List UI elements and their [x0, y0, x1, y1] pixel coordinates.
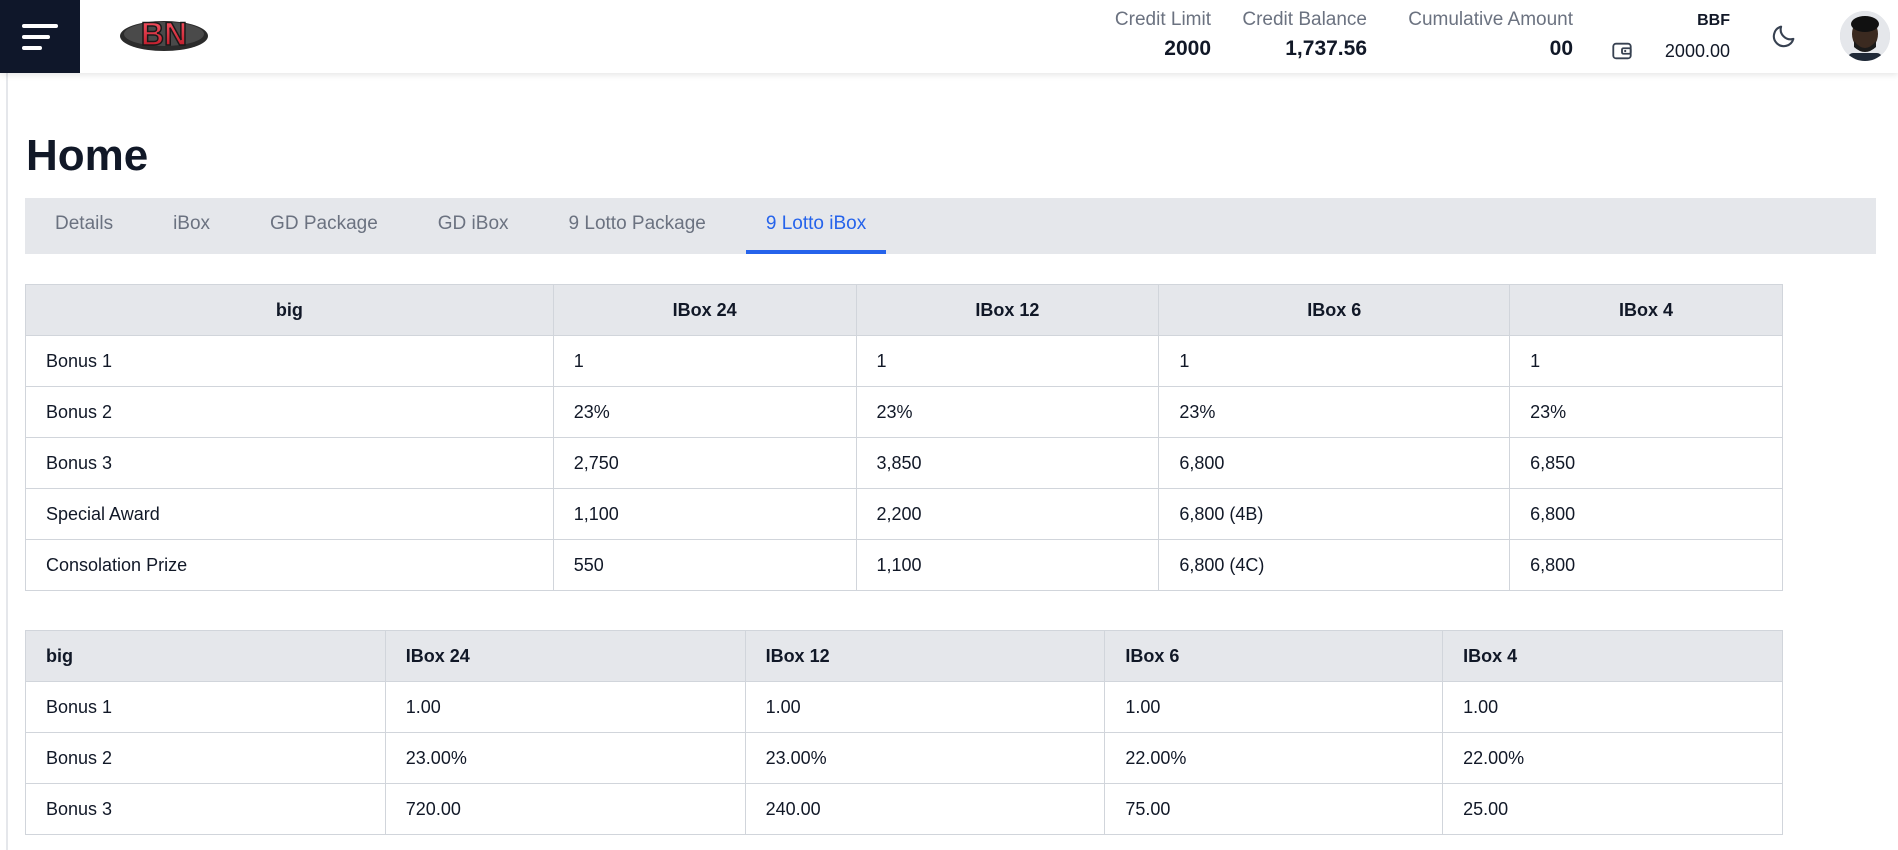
table-header-row: big IBox 24 IBox 12 IBox 6 IBox 4 — [25, 284, 1783, 336]
cumulative-amount-stat: Cumulative Amount 00 — [1408, 8, 1573, 64]
column-header: IBox 4 — [1442, 630, 1783, 682]
table-cell: 23.00% — [744, 732, 1106, 784]
table-row: Special Award 1,100 2,200 6,800 (4B) 6,8… — [25, 488, 1783, 540]
credit-balance-stat: Credit Balance 1,737.56 — [1242, 8, 1367, 64]
page-title: Home — [26, 131, 149, 180]
svg-text:BN: BN — [141, 16, 187, 52]
table-cell: 2,750 — [552, 437, 857, 489]
tab-9-lotto-ibox[interactable]: 9 Lotto iBox — [745, 198, 887, 254]
prize-table-2: big IBox 24 IBox 12 IBox 6 IBox 4 Bonus … — [25, 630, 1783, 835]
table-cell: 720.00 — [384, 783, 746, 835]
wallet-balance[interactable]: BBF 2000.00 — [1610, 10, 1730, 64]
table-cell: Bonus 2 — [25, 732, 386, 784]
credit-limit-label: Credit Limit — [1114, 9, 1211, 30]
column-header: big — [25, 284, 554, 336]
table-cell: Bonus 2 — [25, 386, 554, 438]
table-cell: 23% — [1158, 386, 1511, 438]
column-header: big — [25, 630, 386, 682]
table-cell: Bonus 3 — [25, 437, 554, 489]
table-cell: 1,100 — [552, 488, 857, 540]
table-cell: 1 — [1158, 335, 1511, 387]
table-cell: 240.00 — [744, 783, 1106, 835]
column-header: IBox 24 — [384, 630, 746, 682]
table-cell: 75.00 — [1104, 783, 1444, 835]
table-cell: 22.00% — [1104, 732, 1444, 784]
table-cell: 23% — [1509, 386, 1783, 438]
tab-details[interactable]: Details — [55, 198, 113, 254]
tab-gd-ibox[interactable]: GD iBox — [438, 198, 509, 254]
tab-9-lotto-package[interactable]: 9 Lotto Package — [569, 198, 706, 254]
logo-icon: BN — [120, 15, 208, 53]
table-cell: 23% — [552, 386, 857, 438]
moon-icon[interactable] — [1770, 22, 1798, 50]
table-cell: 550 — [552, 539, 857, 591]
wallet-amount: 2000.00 — [1664, 41, 1730, 61]
table-row: Bonus 2 23% 23% 23% 23% — [25, 386, 1783, 438]
table-cell: Bonus 1 — [25, 335, 554, 387]
table-cell: 1 — [552, 335, 857, 387]
cumulative-amount-label: Cumulative Amount — [1408, 9, 1573, 30]
avatar[interactable] — [1840, 11, 1890, 61]
table-cell: Consolation Prize — [25, 539, 554, 591]
table-cell: 1.00 — [384, 681, 746, 733]
column-header: IBox 6 — [1158, 284, 1511, 336]
menu-button[interactable] — [0, 0, 80, 73]
table-cell: Bonus 3 — [25, 783, 386, 835]
table-cell: 6,850 — [1509, 437, 1783, 489]
column-header: IBox 24 — [552, 284, 857, 336]
table-cell: 6,800 — [1158, 437, 1511, 489]
table-cell: 1 — [1509, 335, 1783, 387]
prize-table-1: big IBox 24 IBox 12 IBox 6 IBox 4 Bonus … — [25, 284, 1783, 591]
left-border — [6, 73, 8, 850]
tab-gd-package[interactable]: GD Package — [270, 198, 378, 254]
credit-limit-stat: Credit Limit 2000 — [1115, 8, 1211, 64]
table-cell: 1.00 — [1104, 681, 1444, 733]
table-header-row: big IBox 24 IBox 12 IBox 6 IBox 4 — [25, 630, 1783, 682]
column-header: IBox 12 — [855, 284, 1160, 336]
tab-bar: Details iBox GD Package GD iBox 9 Lotto … — [25, 198, 1876, 254]
table-cell: 1.00 — [744, 681, 1106, 733]
wallet-icon — [1612, 42, 1632, 60]
table-cell: Special Award — [25, 488, 554, 540]
credit-limit-value: 2000 — [1164, 37, 1211, 60]
avatar-icon — [1840, 11, 1890, 61]
table-cell: 22.00% — [1442, 732, 1783, 784]
table-cell: 3,850 — [855, 437, 1160, 489]
cumulative-amount-value: 00 — [1549, 37, 1573, 60]
column-header: IBox 4 — [1509, 284, 1783, 336]
credit-balance-value: 1,737.56 — [1285, 37, 1367, 60]
table-cell: 6,800 — [1509, 539, 1783, 591]
table-row: Consolation Prize 550 1,100 6,800 (4C) 6… — [25, 539, 1783, 591]
table-cell: 25.00 — [1442, 783, 1783, 835]
table-cell: 1 — [855, 335, 1160, 387]
top-bar: BN Credit Limit 2000 Credit Balance 1,73… — [0, 0, 1898, 73]
table-row: Bonus 3 720.00 240.00 75.00 25.00 — [25, 783, 1783, 835]
wallet-currency: BBF — [1697, 12, 1730, 29]
menu-icon — [22, 23, 58, 50]
table-cell: 23% — [855, 386, 1160, 438]
column-header: IBox 6 — [1104, 630, 1444, 682]
table-cell: 23.00% — [384, 732, 746, 784]
tab-ibox[interactable]: iBox — [173, 198, 210, 254]
table-cell: Bonus 1 — [25, 681, 386, 733]
table-cell: 1.00 — [1442, 681, 1783, 733]
table-cell: 2,200 — [855, 488, 1160, 540]
table-row: Bonus 1 1.00 1.00 1.00 1.00 — [25, 681, 1783, 733]
table-row: Bonus 3 2,750 3,850 6,800 6,850 — [25, 437, 1783, 489]
table-row: Bonus 1 1 1 1 1 — [25, 335, 1783, 387]
table-cell: 6,800 (4C) — [1158, 539, 1511, 591]
column-header: IBox 12 — [744, 630, 1106, 682]
table-row: Bonus 2 23.00% 23.00% 22.00% 22.00% — [25, 732, 1783, 784]
credit-balance-label: Credit Balance — [1242, 9, 1367, 30]
table-cell: 1,100 — [855, 539, 1160, 591]
table-cell: 6,800 (4B) — [1158, 488, 1511, 540]
table-cell: 6,800 — [1509, 488, 1783, 540]
logo[interactable]: BN — [118, 14, 210, 54]
